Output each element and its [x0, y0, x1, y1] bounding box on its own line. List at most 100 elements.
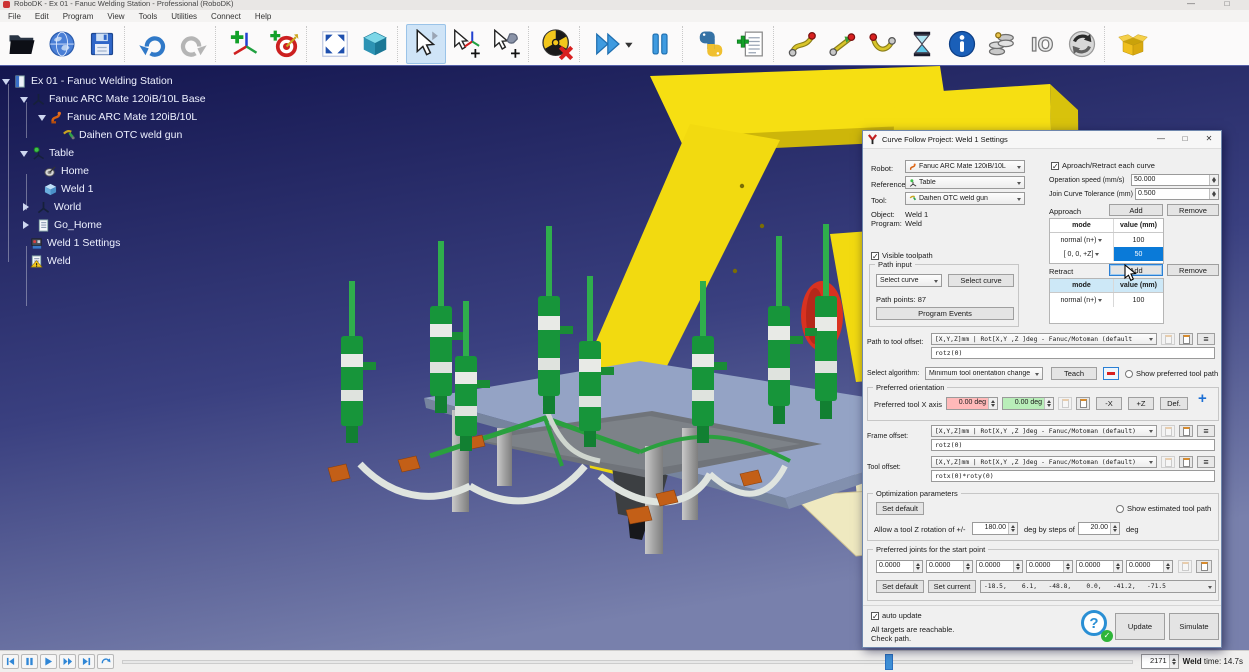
- online-library-button[interactable]: [42, 24, 82, 64]
- simulation-fast-button[interactable]: [59, 654, 76, 669]
- dialog-titlebar[interactable]: Curve Follow Project: Weld 1 Settings — …: [863, 131, 1221, 149]
- options-menu-button[interactable]: ≡: [1197, 456, 1215, 468]
- default-button[interactable]: Def.: [1160, 397, 1188, 410]
- simulation-pause-button[interactable]: [21, 654, 38, 669]
- check-collisions-button[interactable]: [537, 24, 577, 64]
- expander-icon[interactable]: [20, 151, 28, 161]
- expander-icon[interactable]: [38, 115, 46, 125]
- simulate-button[interactable]: Simulate: [1169, 613, 1219, 640]
- frame-offset-input[interactable]: rotz(0): [931, 439, 1215, 451]
- approach-retract-checkbox[interactable]: ✓ Aproach/Retract each curve: [1051, 161, 1155, 170]
- tool-offset-format-select[interactable]: [X,Y,Z]mm | Rot[X,Y ,Z ]deg - Fanuc/Moto…: [931, 456, 1157, 468]
- joint-4-input[interactable]: 0.0000: [1026, 560, 1073, 573]
- table-row[interactable]: normal (n+) 100: [1050, 293, 1163, 307]
- select-curve-dropdown[interactable]: Select curve: [876, 274, 942, 287]
- tree-item-weld-object[interactable]: Weld 1: [40, 180, 94, 198]
- tree-item-table-frame[interactable]: Table: [20, 144, 74, 162]
- redo-button[interactable]: [173, 24, 213, 64]
- add-python-script-button[interactable]: [691, 24, 731, 64]
- program-events-button[interactable]: Program Events: [876, 307, 1014, 320]
- select-cursor-button[interactable]: [406, 24, 446, 64]
- robot-select[interactable]: Fanuc ARC Mate 120iB/10L: [905, 160, 1025, 173]
- options-menu-button[interactable]: ≡: [1197, 333, 1215, 345]
- simulation-skip-start-button[interactable]: [2, 654, 19, 669]
- spinner-arrows[interactable]: [1044, 398, 1053, 409]
- joint-5-input[interactable]: 0.0000: [1076, 560, 1123, 573]
- menu-utilities[interactable]: Utilities: [171, 12, 197, 21]
- joint-1-input[interactable]: 0.0000: [876, 560, 923, 573]
- path-offset-input[interactable]: rotz(0): [931, 347, 1215, 359]
- refresh-button[interactable]: [1062, 24, 1102, 64]
- add-target-button[interactable]: [264, 24, 304, 64]
- menu-file[interactable]: File: [8, 12, 21, 21]
- add-orientation-button[interactable]: +: [1198, 390, 1207, 407]
- spinner-arrows[interactable]: [1113, 561, 1122, 572]
- tree-item-go-home-program[interactable]: Go_Home: [20, 216, 102, 234]
- set-default-button[interactable]: Set default: [876, 580, 924, 593]
- undo-button[interactable]: [133, 24, 173, 64]
- simulation-play-button[interactable]: [40, 654, 57, 669]
- teach-button[interactable]: Teach: [1051, 367, 1097, 380]
- frame-offset-format-select[interactable]: [X,Y,Z]mm | Rot[X,Y ,Z ]deg - Fanuc/Moto…: [931, 425, 1157, 437]
- paste-button[interactable]: [1179, 425, 1193, 437]
- joint-2-input[interactable]: 0.0000: [926, 560, 973, 573]
- current-joints-select[interactable]: -18.5, 6.1, -48.8, 0.0, -41.2, -71.5: [980, 580, 1216, 593]
- axis-angle-2-input[interactable]: 0.00 deg: [1002, 397, 1054, 410]
- axis-angle-1-input[interactable]: 0.00 deg: [946, 397, 998, 410]
- sequence-button[interactable]: [982, 24, 1022, 64]
- menu-program[interactable]: Program: [63, 12, 94, 21]
- auto-update-checkbox[interactable]: ✓ auto update: [871, 611, 922, 620]
- simulation-skip-end-button[interactable]: [78, 654, 95, 669]
- approach-remove-button[interactable]: Remove: [1167, 204, 1219, 216]
- tree-item-robot[interactable]: Fanuc ARC Mate 120iB/10L: [38, 108, 197, 126]
- plus-z-button[interactable]: +Z: [1128, 397, 1154, 410]
- algorithm-select[interactable]: Minimum tool orientation change: [925, 367, 1043, 380]
- tree-item-weld-gun[interactable]: Daihen OTC weld gun: [58, 126, 182, 144]
- visible-toolpath-checkbox[interactable]: ✓ Visible toolpath: [871, 251, 933, 260]
- joint-3-input[interactable]: 0.0000: [976, 560, 1023, 573]
- fit-view-button[interactable]: [315, 24, 355, 64]
- simulation-replay-button[interactable]: [97, 654, 114, 669]
- package-export-button[interactable]: [1113, 24, 1153, 64]
- expander-icon[interactable]: [20, 97, 28, 107]
- spinner-arrows[interactable]: [1063, 561, 1072, 572]
- tool-offset-input[interactable]: rotx(0)*roty(0): [931, 470, 1215, 482]
- spinner-arrows[interactable]: [1110, 523, 1119, 534]
- paste-button[interactable]: [1076, 397, 1090, 410]
- set-default-button[interactable]: Set default: [876, 502, 924, 515]
- steps-input[interactable]: 20.00: [1078, 522, 1120, 535]
- rotation-input[interactable]: 180.00: [972, 522, 1018, 535]
- window-maximize-button[interactable]: □: [1216, 0, 1238, 9]
- fast-simulation-button[interactable]: [588, 24, 640, 64]
- tree-item-weld-program[interactable]: Weld: [26, 252, 71, 270]
- reference-select[interactable]: Table: [905, 176, 1025, 189]
- paste-button[interactable]: [1196, 560, 1212, 573]
- tree-item-station[interactable]: Ex 01 - Fanuc Welding Station: [2, 72, 173, 90]
- io-status-button[interactable]: IO: [1022, 24, 1062, 64]
- set-current-button[interactable]: Set current: [928, 580, 976, 593]
- spinner-arrows[interactable]: [963, 561, 972, 572]
- spinner-arrows[interactable]: [1013, 561, 1022, 572]
- spinner-arrows[interactable]: [1209, 189, 1218, 199]
- options-menu-button[interactable]: ≡: [1197, 425, 1215, 437]
- dialog-maximize-button[interactable]: □: [1173, 131, 1197, 148]
- join-tolerance-input[interactable]: 0.500: [1135, 188, 1219, 200]
- dialog-minimize-button[interactable]: —: [1149, 131, 1173, 148]
- cycle-time-button[interactable]: [902, 24, 942, 64]
- add-program-button[interactable]: [731, 24, 771, 64]
- move-robot-button[interactable]: [486, 24, 526, 64]
- tree-item-world-frame[interactable]: World: [20, 198, 81, 216]
- expander-icon[interactable]: [23, 203, 33, 211]
- add-reference-frame-button[interactable]: [224, 24, 264, 64]
- spinner-arrows[interactable]: [1209, 175, 1218, 185]
- selected-cell[interactable]: 50: [1114, 247, 1163, 261]
- move-reference-frame-button[interactable]: [446, 24, 486, 64]
- remove-teach-button[interactable]: [1103, 367, 1119, 380]
- frame-counter-input[interactable]: 2171: [1141, 654, 1179, 669]
- tree-item-weld-settings[interactable]: Weld 1 Settings: [26, 234, 120, 252]
- approach-add-button[interactable]: Add: [1109, 204, 1163, 216]
- show-estimated-radio[interactable]: Show estimated tool path: [1116, 504, 1211, 513]
- path-offset-format-select[interactable]: [X,Y,Z]mm | Rot[X,Y ,Z ]deg - Fanuc/Moto…: [931, 333, 1157, 345]
- paste-button[interactable]: [1179, 333, 1193, 345]
- dialog-close-button[interactable]: ✕: [1197, 131, 1221, 148]
